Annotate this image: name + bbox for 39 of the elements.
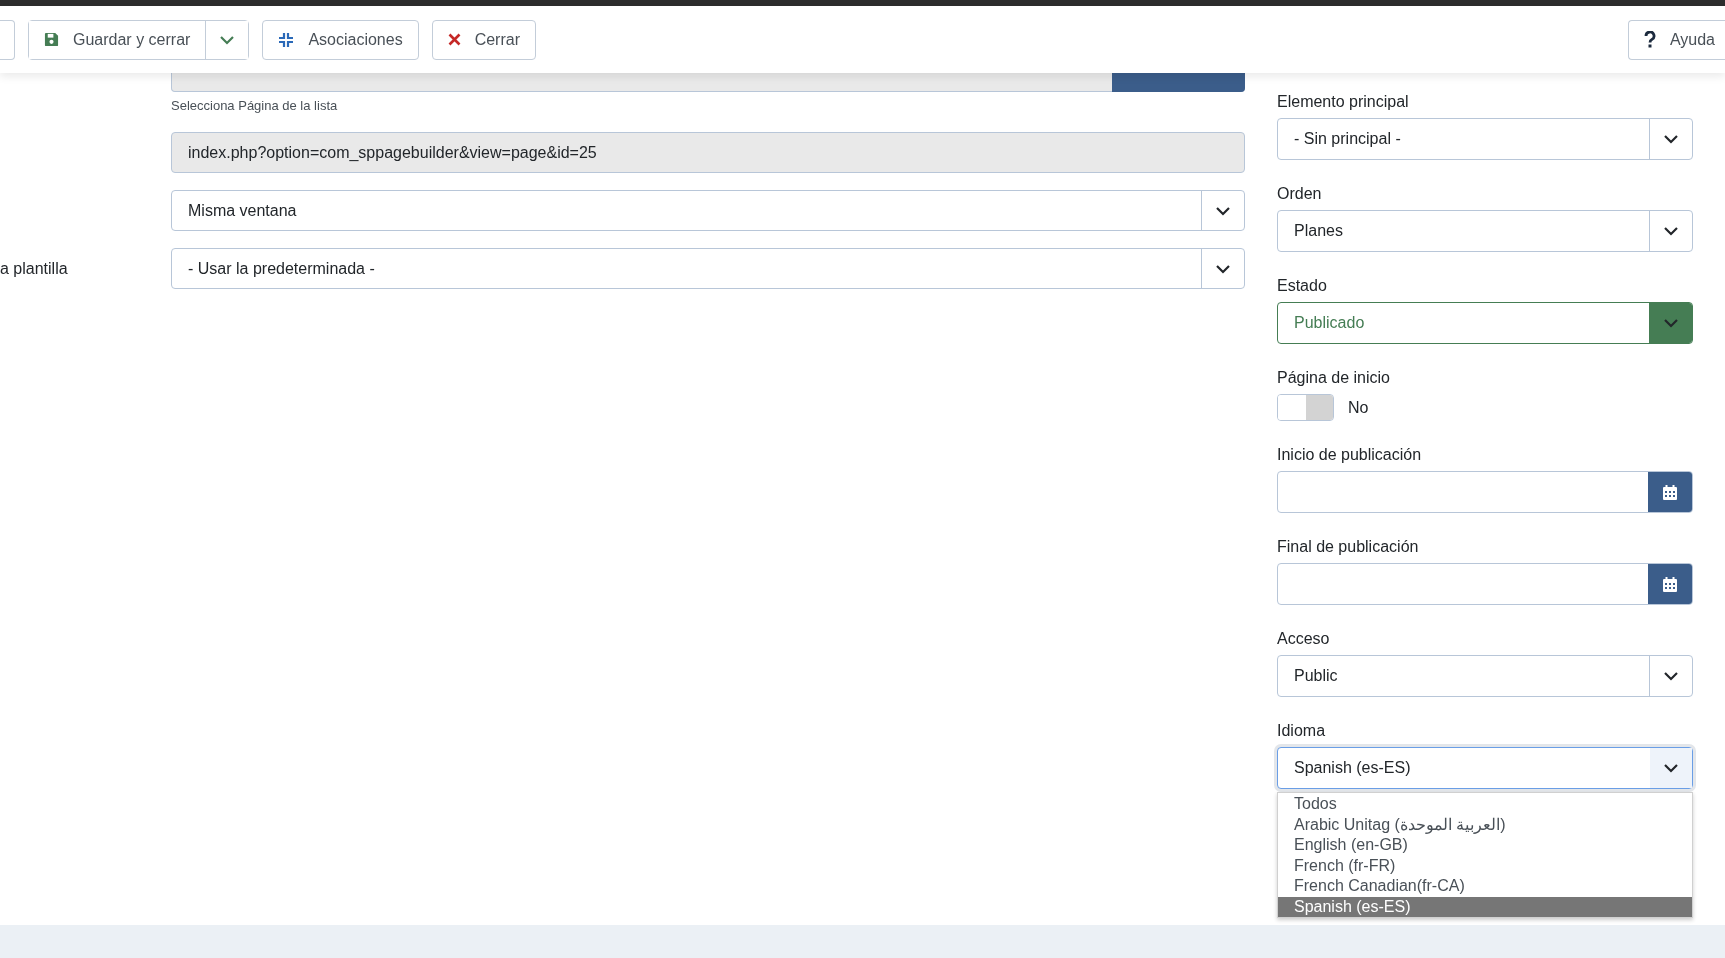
dropdown-option[interactable]: French Canadian(fr-CA) bbox=[1278, 876, 1692, 897]
help-button[interactable]: Ayuda bbox=[1627, 19, 1725, 60]
help-icon bbox=[1643, 31, 1656, 48]
field-label: Acceso bbox=[1277, 629, 1331, 649]
field-label: Página de inicio bbox=[1277, 368, 1391, 388]
field-label: Orden bbox=[1277, 184, 1323, 204]
select-field[interactable]: Spanish (es-ES) bbox=[1277, 747, 1693, 789]
field-label: a plantilla bbox=[0, 259, 68, 277]
calendar-icon bbox=[1663, 484, 1677, 500]
field-label: Inicio de publicación bbox=[1277, 445, 1423, 465]
dropdown-option[interactable]: Todos bbox=[1278, 794, 1692, 815]
close-icon bbox=[447, 33, 461, 46]
calendar-button[interactable] bbox=[1648, 564, 1692, 604]
date-field[interactable] bbox=[1277, 563, 1693, 605]
select-field[interactable]: - Sin principal - bbox=[1277, 118, 1693, 160]
select-field[interactable]: Planes bbox=[1277, 210, 1693, 252]
dropdown-option[interactable]: French (fr-FR) bbox=[1278, 855, 1692, 876]
field-label: Final de publicación bbox=[1277, 537, 1420, 557]
field-label: Estado bbox=[1277, 276, 1328, 296]
select-field[interactable]: Public bbox=[1277, 655, 1693, 697]
field-label: Elemento principal bbox=[1277, 92, 1410, 112]
close-button[interactable]: Cerrar bbox=[431, 19, 536, 60]
save-icon bbox=[44, 32, 59, 47]
dropdown-option[interactable]: Arabic Unitag (العربية الموحدة) bbox=[1278, 814, 1692, 835]
associations-button[interactable]: Asociaciones bbox=[262, 19, 419, 60]
compress-icon bbox=[278, 31, 295, 48]
calendar-button[interactable] bbox=[1648, 472, 1692, 512]
toggle-label: No bbox=[1348, 398, 1369, 417]
select-field[interactable]: Misma ventana bbox=[171, 190, 1245, 231]
field-hint: Selecciona Página de la lista bbox=[171, 98, 339, 113]
select-field[interactable]: Publicado bbox=[1277, 302, 1693, 344]
calendar-icon bbox=[1663, 576, 1677, 592]
field-label: Idioma bbox=[1277, 721, 1327, 741]
dropdown-option[interactable]: English (en-GB) bbox=[1278, 835, 1692, 856]
page-field[interactable] bbox=[171, 73, 1245, 92]
date-field[interactable] bbox=[1277, 471, 1693, 513]
select-field[interactable]: - Usar la predeterminada - bbox=[171, 248, 1245, 289]
toggle-switch[interactable] bbox=[1277, 394, 1334, 421]
dropdown-option[interactable]: Spanish (es-ES) bbox=[1278, 896, 1692, 917]
